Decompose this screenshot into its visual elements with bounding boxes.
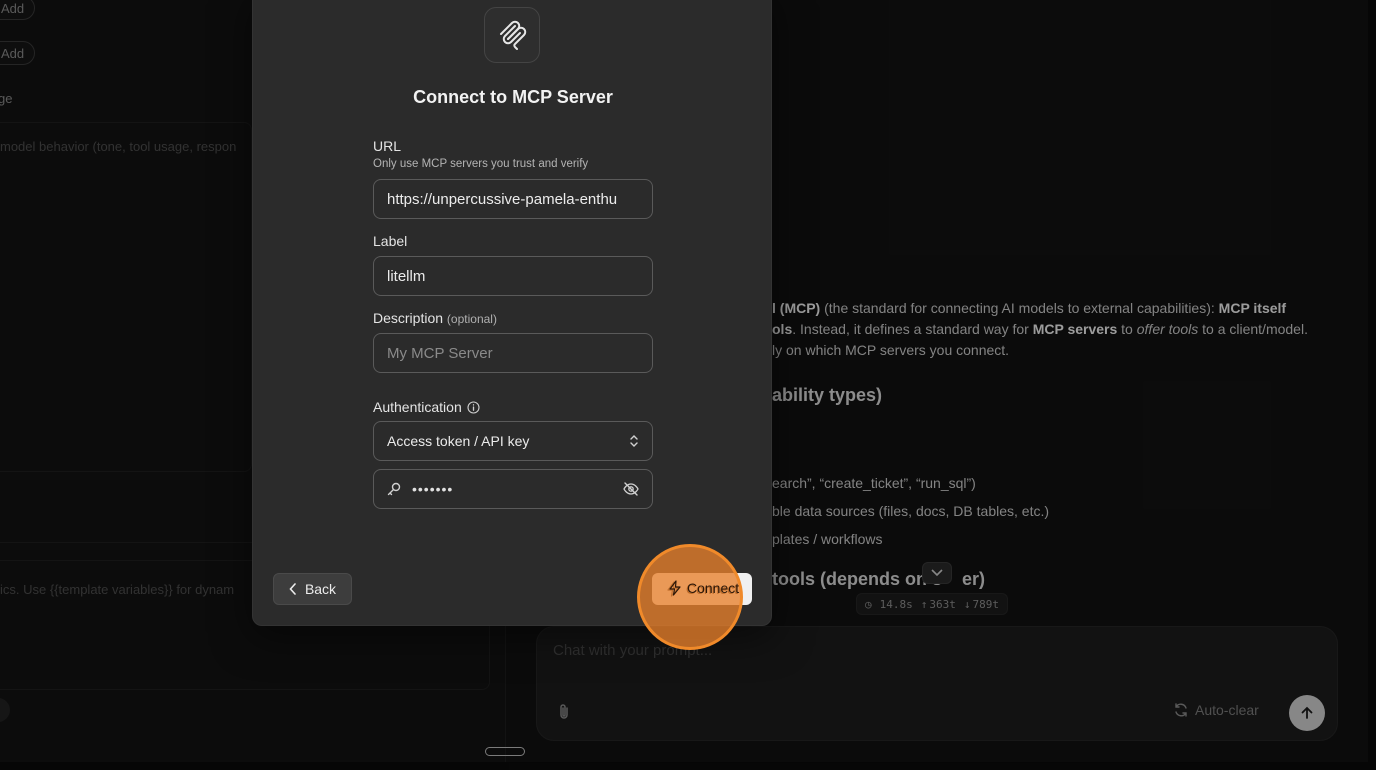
optional-tag: (optional) <box>446 312 497 326</box>
back-label: Back <box>304 581 337 597</box>
chevron-left-icon <box>289 583 296 595</box>
api-key-value: ••••••• <box>412 481 454 497</box>
info-icon[interactable] <box>467 400 480 414</box>
eye-off-icon[interactable] <box>622 481 640 497</box>
app-window: Add Add ge model behavior (tone, tool us… <box>0 0 1376 770</box>
chevron-updown-icon <box>630 435 638 447</box>
lightning-icon <box>669 580 681 596</box>
url-label: URL <box>373 138 402 154</box>
dialog-title: Connect to MCP Server <box>413 87 613 107</box>
description-label: Description (optional) <box>373 310 497 326</box>
connect-mcp-dialog: Connect to MCP Server URL Only use MCP s… <box>252 0 772 626</box>
auth-method-value: Access token / API key <box>387 433 530 449</box>
auth-method-select[interactable]: Access token / API key <box>373 421 653 461</box>
url-input[interactable] <box>373 179 653 219</box>
api-key-input[interactable]: ••••••• <box>373 469 653 509</box>
mcp-logo <box>484 7 540 63</box>
authentication-label: Authentication <box>373 399 480 415</box>
mcp-logo-icon <box>500 20 527 50</box>
click-highlight-label: Connect <box>668 580 739 596</box>
description-input[interactable] <box>373 333 653 373</box>
url-hint: Only use MCP servers you trust and verif… <box>373 158 589 170</box>
label-input[interactable] <box>373 256 653 296</box>
back-button[interactable]: Back <box>273 573 352 605</box>
click-highlight <box>637 544 743 650</box>
label-field-label: Label <box>373 233 408 249</box>
key-icon <box>387 482 401 496</box>
